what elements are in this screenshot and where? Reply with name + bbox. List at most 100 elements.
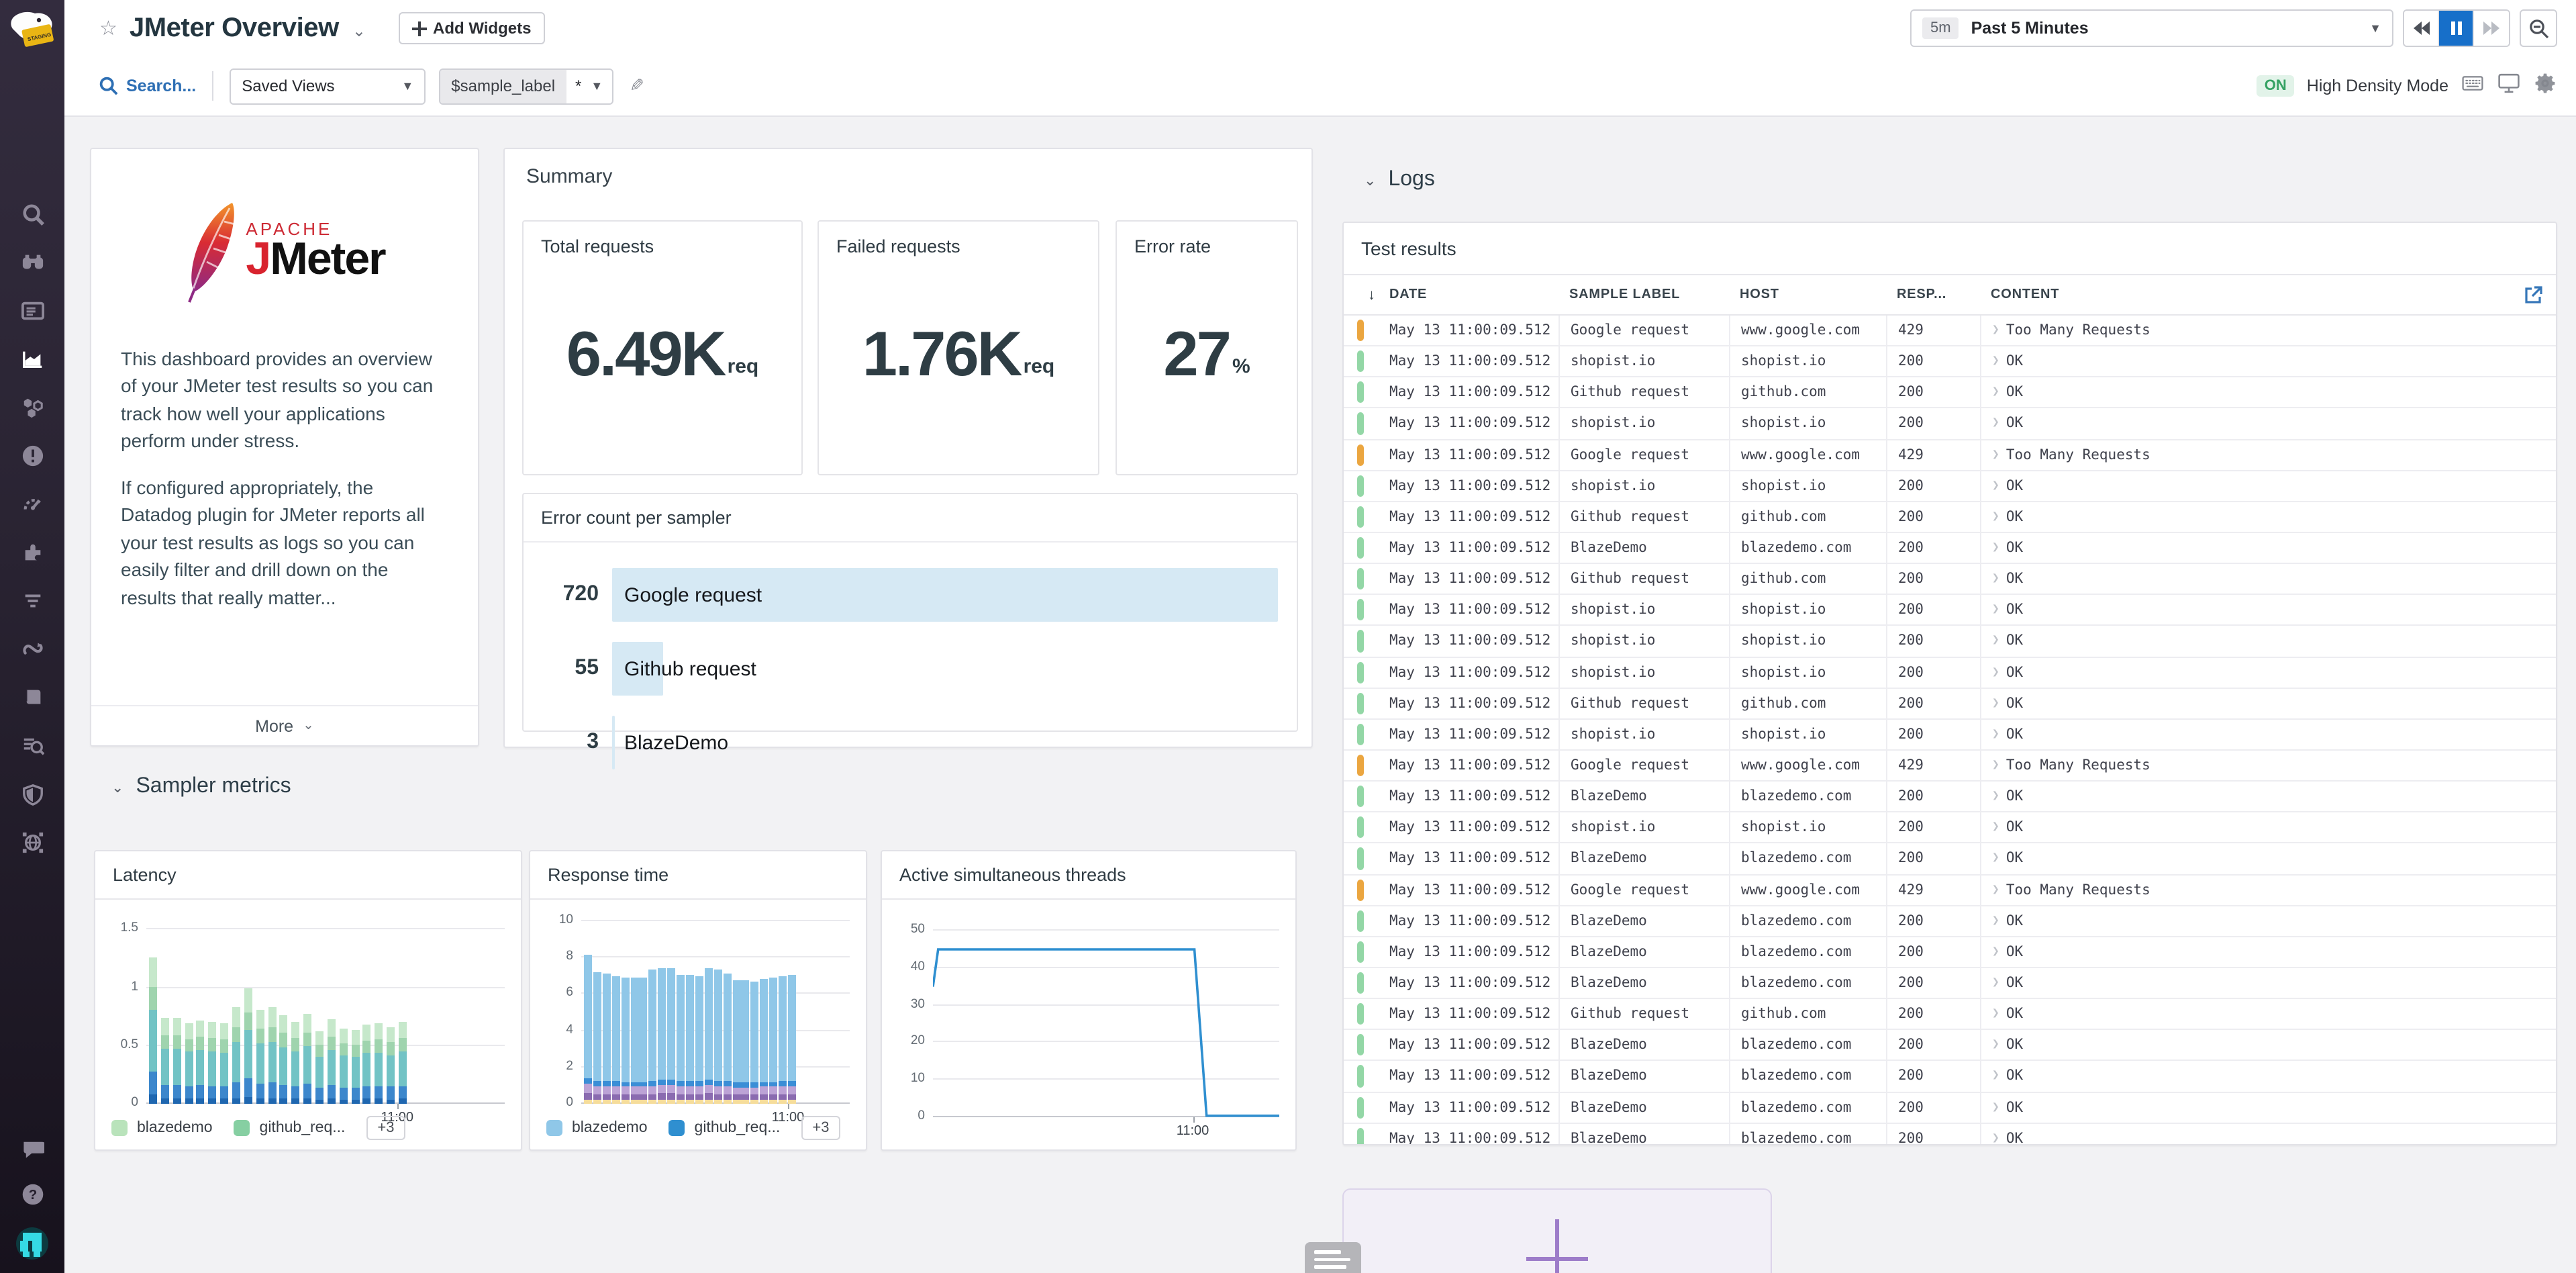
- watchdog-icon[interactable]: [20, 250, 44, 274]
- toplist-row[interactable]: 55Github request: [524, 635, 1278, 702]
- network-icon[interactable]: [20, 830, 44, 854]
- expand-chevron-icon[interactable]: ❯: [1992, 355, 1999, 368]
- stacked-bar[interactable]: [328, 1019, 336, 1104]
- column-date[interactable]: ↓DATE: [1344, 287, 1558, 302]
- title-chevron-down-icon[interactable]: ⌄: [352, 21, 366, 40]
- settings-gear-icon[interactable]: [2533, 72, 2557, 100]
- log-row[interactable]: May 13 11:00:09.512Github requestgithub.…: [1344, 378, 2556, 409]
- legend-item[interactable]: blazedemo: [111, 1120, 213, 1136]
- expand-chevron-icon[interactable]: ❯: [1992, 386, 1999, 399]
- stacked-bar[interactable]: [723, 974, 731, 1104]
- log-row[interactable]: May 13 11:00:09.512shopist.ioshopist.io2…: [1344, 813, 2556, 844]
- log-row[interactable]: May 13 11:00:09.512shopist.ioshopist.io2…: [1344, 596, 2556, 626]
- expand-chevron-icon[interactable]: ❯: [1992, 1039, 1999, 1052]
- synthetics-icon[interactable]: [20, 636, 44, 661]
- stacked-bar[interactable]: [788, 975, 796, 1104]
- log-row[interactable]: May 13 11:00:09.512shopist.ioshopist.io2…: [1344, 346, 2556, 377]
- stacked-bar[interactable]: [621, 978, 629, 1104]
- stacked-bar[interactable]: [268, 1008, 276, 1104]
- rewind-button[interactable]: [2404, 11, 2439, 46]
- log-row[interactable]: May 13 11:00:09.512BlazeDemoblazedemo.co…: [1344, 844, 2556, 875]
- stacked-bar[interactable]: [584, 954, 592, 1104]
- stacked-bar[interactable]: [667, 969, 675, 1104]
- query-value-error-rate[interactable]: Error rate 27%: [1116, 220, 1298, 475]
- integrations-icon[interactable]: [20, 540, 44, 564]
- expand-chevron-icon[interactable]: ❯: [1992, 821, 1999, 835]
- legend-item[interactable]: github_req...: [669, 1120, 781, 1136]
- forward-button[interactable]: [2474, 11, 2509, 46]
- stacked-bar[interactable]: [611, 976, 620, 1104]
- stacked-bar[interactable]: [751, 982, 759, 1104]
- stacked-bar[interactable]: [705, 969, 713, 1104]
- more-button[interactable]: More ⌄: [91, 705, 478, 745]
- log-row[interactable]: May 13 11:00:09.512BlazeDemoblazedemo.co…: [1344, 1062, 2556, 1092]
- log-row[interactable]: May 13 11:00:09.512BlazeDemoblazedemo.co…: [1344, 1092, 2556, 1123]
- expand-chevron-icon[interactable]: ❯: [1992, 759, 1999, 772]
- sampler-metrics-section-header[interactable]: ⌄ Sampler metrics: [111, 775, 291, 799]
- stacked-bar[interactable]: [280, 1016, 288, 1104]
- user-avatar[interactable]: [16, 1227, 48, 1260]
- log-row[interactable]: May 13 11:00:09.512BlazeDemoblazedemo.co…: [1344, 906, 2556, 937]
- log-row[interactable]: May 13 11:00:09.512shopist.ioshopist.io2…: [1344, 409, 2556, 440]
- log-filter-icon[interactable]: [20, 588, 44, 612]
- expand-chevron-icon[interactable]: ❯: [1992, 417, 1999, 430]
- stacked-bar[interactable]: [232, 1008, 240, 1104]
- toplist-row[interactable]: 3BlazeDemo: [524, 709, 1278, 776]
- keyboard-shortcuts-icon[interactable]: [2461, 72, 2485, 100]
- stacked-bar[interactable]: [340, 1029, 348, 1104]
- stacked-bar[interactable]: [256, 1010, 264, 1104]
- log-row[interactable]: May 13 11:00:09.512Github requestgithub.…: [1344, 999, 2556, 1030]
- stacked-bar[interactable]: [363, 1025, 371, 1104]
- stacked-bar[interactable]: [603, 974, 611, 1104]
- stacked-bar[interactable]: [185, 1023, 193, 1104]
- expand-chevron-icon[interactable]: ❯: [1992, 448, 1999, 461]
- expand-chevron-icon[interactable]: ❯: [1992, 728, 1999, 741]
- dashboards-icon[interactable]: [20, 298, 44, 322]
- stacked-bar[interactable]: [742, 980, 750, 1104]
- log-row[interactable]: May 13 11:00:09.512Google requestwww.goo…: [1344, 316, 2556, 346]
- expand-chevron-icon[interactable]: ❯: [1992, 1100, 1999, 1114]
- expand-chevron-icon[interactable]: ❯: [1992, 1131, 1999, 1145]
- expand-chevron-icon[interactable]: ❯: [1992, 541, 1999, 555]
- stacked-bar[interactable]: [630, 978, 638, 1104]
- expand-chevron-icon[interactable]: ❯: [1992, 1007, 1999, 1021]
- help-icon[interactable]: ?: [20, 1182, 44, 1206]
- infrastructure-icon[interactable]: [20, 395, 44, 419]
- fullscreen-tv-icon[interactable]: [2497, 72, 2521, 100]
- log-row[interactable]: May 13 11:00:09.512Github requestgithub.…: [1344, 688, 2556, 719]
- legend-item[interactable]: blazedemo: [546, 1120, 648, 1136]
- log-explorer-icon[interactable]: [20, 733, 44, 757]
- log-row[interactable]: May 13 11:00:09.512Github requestgithub.…: [1344, 564, 2556, 595]
- stacked-bar[interactable]: [760, 979, 768, 1104]
- stacked-bar[interactable]: [649, 970, 657, 1104]
- favorite-star-icon[interactable]: ☆: [99, 16, 117, 40]
- toplist-row[interactable]: 720Google request: [524, 561, 1278, 628]
- log-row[interactable]: May 13 11:00:09.512BlazeDemoblazedemo.co…: [1344, 1030, 2556, 1061]
- search-icon[interactable]: [20, 201, 44, 226]
- log-row[interactable]: May 13 11:00:09.512shopist.ioshopist.io2…: [1344, 471, 2556, 502]
- density-toggle[interactable]: ON: [2257, 75, 2295, 97]
- stacked-bar[interactable]: [713, 970, 722, 1104]
- stacked-bar[interactable]: [695, 976, 703, 1104]
- log-row[interactable]: May 13 11:00:09.512shopist.ioshopist.io2…: [1344, 720, 2556, 751]
- saved-views-select[interactable]: Saved Views ▼: [230, 68, 426, 104]
- stacked-bar[interactable]: [303, 1015, 311, 1104]
- expand-chevron-icon[interactable]: ❯: [1992, 976, 1999, 990]
- expand-chevron-icon[interactable]: ❯: [1992, 852, 1999, 865]
- log-row[interactable]: May 13 11:00:09.512shopist.ioshopist.io2…: [1344, 657, 2556, 688]
- legend-more-badge[interactable]: +3: [801, 1116, 840, 1140]
- stacked-bar[interactable]: [677, 975, 685, 1104]
- log-row[interactable]: May 13 11:00:09.512BlazeDemoblazedemo.co…: [1344, 968, 2556, 999]
- legend-more-badge[interactable]: +3: [366, 1116, 405, 1140]
- stacked-bar[interactable]: [779, 976, 787, 1104]
- log-row[interactable]: May 13 11:00:09.512BlazeDemoblazedemo.co…: [1344, 533, 2556, 564]
- expand-chevron-icon[interactable]: ❯: [1992, 790, 1999, 803]
- notebooks-icon[interactable]: [20, 685, 44, 709]
- expand-chevron-icon[interactable]: ❯: [1992, 697, 1999, 710]
- open-in-log-explorer-icon[interactable]: [2524, 285, 2542, 304]
- column-content[interactable]: CONTENT: [1980, 287, 2524, 302]
- stacked-bar[interactable]: [387, 1027, 395, 1104]
- expand-chevron-icon[interactable]: ❯: [1992, 883, 1999, 896]
- stacked-bar[interactable]: [686, 974, 694, 1104]
- chat-icon[interactable]: [20, 1136, 44, 1160]
